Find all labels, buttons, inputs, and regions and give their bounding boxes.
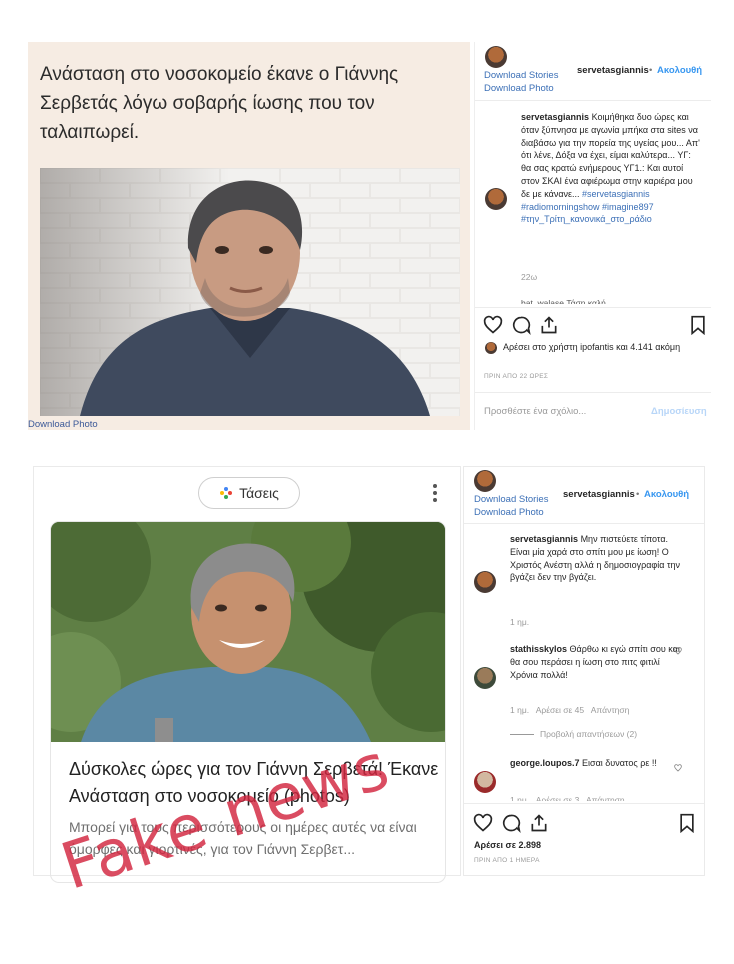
download-stories-link[interactable]: Download Stories [474,494,548,505]
bookmark-icon[interactable] [689,315,707,335]
avatar[interactable] [485,46,507,68]
post-caption: servetasgiannis Κοιμήθηκα δυο ώρες και ό… [521,111,701,226]
news-card-title[interactable]: Δύσκολες ώρες για τον Γιάννη Σερβετά! Έκ… [69,756,439,810]
comment-meta: 1 ημ. Αρέσει σε 45 Απάντηση [510,705,630,715]
avatar[interactable] [485,188,507,210]
comment-meta: 1 ημ. [510,617,530,627]
post-time: ΠΡΙΝ ΑΠΟ 1 ΗΜΕΡΑ [474,857,540,864]
top-article-panel: Ανάσταση στο νοσοκομείο έκανε ο Γιάννης … [28,42,470,430]
post-comment-button[interactable]: Δημοσίευση [651,406,707,417]
likes-count[interactable]: Αρέσει σε 2.898 [474,839,541,851]
heart-icon[interactable] [473,813,493,833]
like-comment-icon[interactable] [674,647,682,655]
comment-icon[interactable] [511,315,531,335]
trends-chip[interactable]: Τάσεις [198,477,300,509]
more-options-icon[interactable] [432,483,438,503]
comment-input[interactable]: Προσθέστε ένα σχόλιο... [484,406,586,417]
follow-separator: • [649,65,653,76]
comment: servetasgiannis Μην πιστεύετε τίποτα. Εί… [510,533,690,584]
liker-avatar[interactable] [485,342,497,354]
smiling-man-image [51,522,445,742]
avatar[interactable] [474,771,496,793]
comment-username[interactable]: servetasgiannis [510,534,578,544]
comment: george.loupos.7 Εισαι δυνατος ρε !! [510,757,680,770]
download-photo-link[interactable]: Download Photo [474,507,544,518]
google-discover-panel: Τάσεις Δύσκολες ώρες για τον Γιάννη Σερβ… [33,466,461,876]
comment-meta: 1 ημ. Αρέσει σε 3 Απάντηση [510,795,625,801]
download-stories-link[interactable]: Download Stories [484,70,558,81]
share-icon[interactable] [529,813,549,833]
follow-button[interactable]: Ακολουθή [657,65,702,76]
share-icon[interactable] [539,315,559,335]
comment-username[interactable]: stathisskylos [510,644,567,654]
divider [475,392,711,393]
truncated-comment: bat_walase Τάση καλή [521,298,606,304]
instagram-post-panel-bottom: servetasgiannis • Ακολουθή Download Stor… [463,466,705,876]
trends-label: Τάσεις [239,485,279,501]
instagram-post-panel-top: servetasgiannis • Ακολουθή Download Stor… [474,42,711,430]
divider [475,307,711,308]
news-card-image[interactable] [51,522,445,742]
caption-text: Κοιμήθηκα δυο ώρες και όταν ξύπνησα με α… [521,112,700,199]
man-portrait-image [40,168,460,416]
like-comment-icon[interactable] [674,764,682,772]
post-username[interactable]: servetasgiannis [577,65,649,76]
news-card-snippet: Μπορεί για τους περισσότερους οι ημέρες … [69,819,417,857]
caption-username[interactable]: servetasgiannis [521,112,589,122]
view-replies-link[interactable]: Προβολή απαντήσεων (2) [540,729,637,739]
avatar[interactable] [474,667,496,689]
article-headline: Ανάσταση στο νοσοκομείο έκανε ο Γιάννης … [40,64,399,143]
post-username[interactable]: servetasgiannis [563,489,635,500]
caption-age: 22ω [521,272,538,282]
divider [475,100,711,101]
post-time: ΠΡΙΝ ΑΠΟ 22 ΩΡΕΣ [484,373,549,380]
divider [464,523,704,524]
likes-summary[interactable]: Αρέσει στο χρήστη ipofantis και 4.141 ακ… [503,341,693,353]
avatar[interactable] [474,571,496,593]
comment-username[interactable]: george.loupos.7 [510,758,580,768]
sparkle-icon [220,487,233,499]
bookmark-icon[interactable] [678,813,696,833]
comment-icon[interactable] [501,813,521,833]
follow-button[interactable]: Ακολουθή [644,489,689,500]
heart-icon[interactable] [483,315,503,335]
follow-separator: • [636,489,640,500]
download-photo-link[interactable]: Download Photo [28,419,98,430]
replies-line [510,734,534,735]
divider [464,803,704,804]
avatar[interactable] [474,470,496,492]
news-card[interactable]: Δύσκολες ώρες για τον Γιάννη Σερβετά! Έκ… [51,522,445,882]
comment: stathisskylos Θάρθω κι εγώ σπίτι σου και… [510,643,680,681]
article-photo[interactable] [40,168,460,416]
download-photo-link[interactable]: Download Photo [484,83,554,94]
comment-text: Εισαι δυνατος ρε !! [582,758,657,768]
